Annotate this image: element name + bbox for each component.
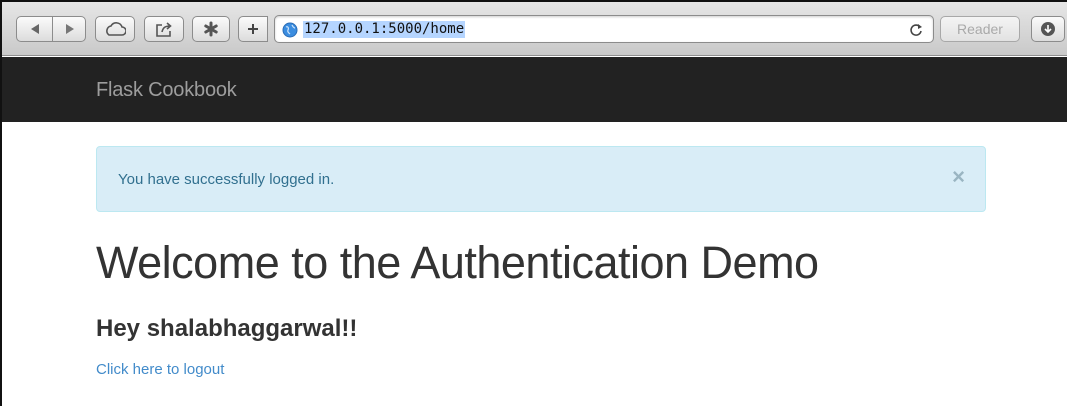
url-text[interactable]: 127.0.0.1:5000/home bbox=[303, 21, 466, 38]
reload-icon[interactable] bbox=[909, 23, 923, 37]
navbar-brand[interactable]: Flask Cookbook bbox=[96, 79, 237, 102]
bookmarks-icon bbox=[204, 21, 218, 37]
navbar: Flask Cookbook bbox=[2, 57, 1067, 122]
download-icon bbox=[1041, 22, 1055, 36]
icloud-tabs-button[interactable] bbox=[95, 16, 135, 42]
browser-toolbar: 127.0.0.1:5000/home Reader bbox=[2, 2, 1067, 56]
top-sites-button[interactable] bbox=[192, 16, 230, 42]
back-icon bbox=[30, 24, 39, 34]
downloads-button[interactable] bbox=[1031, 16, 1065, 42]
logout-link[interactable]: Click here to logout bbox=[96, 361, 224, 378]
back-forward-group bbox=[16, 16, 86, 42]
address-bar[interactable]: 127.0.0.1:5000/home bbox=[274, 15, 934, 43]
globe-icon bbox=[282, 22, 298, 38]
new-tab-icon bbox=[248, 24, 258, 34]
close-icon[interactable]: × bbox=[952, 166, 965, 188]
greeting-heading: Hey shalabhaggarwal!! bbox=[96, 315, 358, 342]
new-tab-button[interactable] bbox=[238, 16, 268, 42]
forward-button[interactable] bbox=[52, 17, 87, 41]
reader-button[interactable]: Reader bbox=[940, 16, 1020, 42]
share-button[interactable] bbox=[144, 16, 184, 42]
page-title: Welcome to the Authentication Demo bbox=[96, 237, 819, 288]
share-icon bbox=[156, 21, 172, 37]
alert-message: You have successfully logged in. bbox=[118, 171, 335, 188]
success-alert: You have successfully logged in. × bbox=[96, 146, 986, 212]
forward-icon bbox=[65, 24, 74, 34]
cloud-icon bbox=[106, 22, 126, 36]
back-button[interactable] bbox=[17, 17, 53, 41]
